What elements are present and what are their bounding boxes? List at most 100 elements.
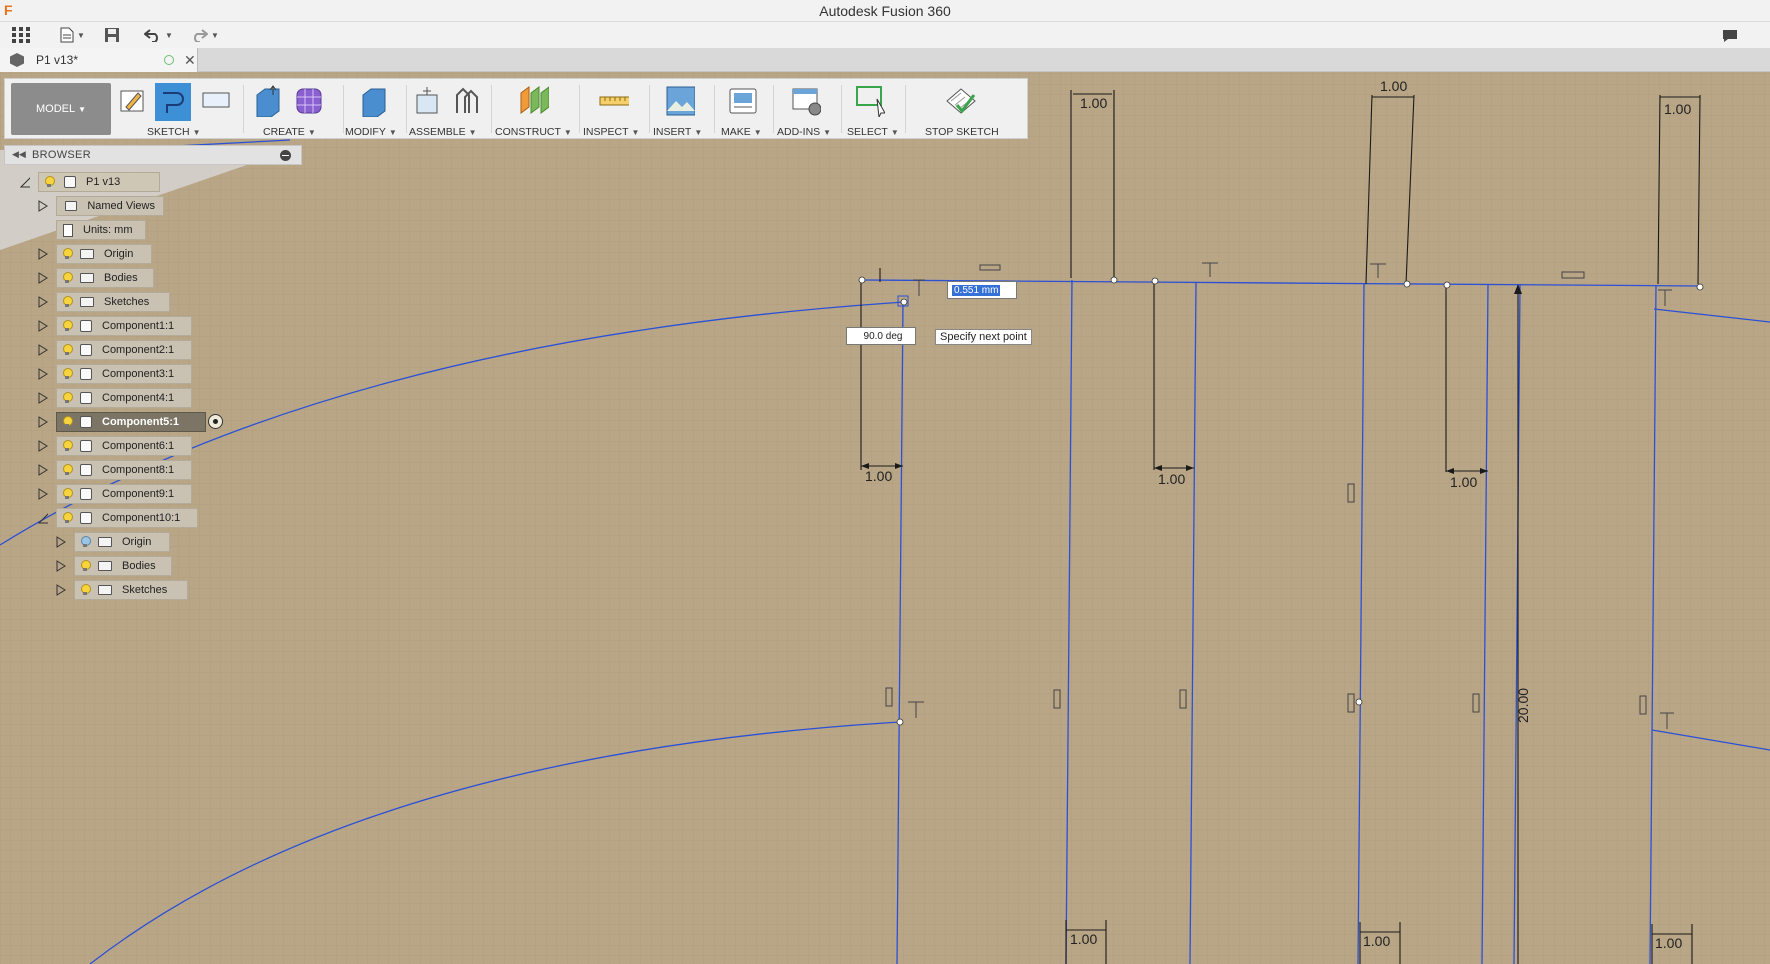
- dimension-label[interactable]: 1.00: [1070, 931, 1097, 947]
- make-menu-label[interactable]: MAKE ▼: [721, 126, 762, 138]
- expand-arrow-icon[interactable]: [38, 392, 48, 404]
- construct-menu-label[interactable]: CONSTRUCT ▼: [495, 126, 572, 138]
- create-menu-label[interactable]: CREATE ▼: [263, 126, 316, 138]
- browser-panel-header: ◀◀ BROWSER: [4, 145, 302, 165]
- dimension-label[interactable]: 1.00: [1380, 78, 1407, 94]
- stop-sketch-icon[interactable]: [943, 83, 979, 119]
- toolbar-separator: [649, 85, 650, 133]
- visibility-bulb-icon[interactable]: [62, 392, 73, 404]
- expand-arrow-icon[interactable]: [56, 584, 66, 596]
- select-menu-label[interactable]: SELECT ▼: [847, 126, 899, 138]
- app-grid-icon[interactable]: [12, 25, 30, 45]
- new-component-icon[interactable]: [413, 85, 443, 117]
- expanded-arrow-icon[interactable]: [20, 176, 30, 188]
- expand-arrow-icon[interactable]: [38, 272, 48, 284]
- folder-icon: [98, 585, 112, 595]
- visibility-bulb-icon[interactable]: [62, 416, 73, 428]
- stop-sketch-label[interactable]: STOP SKETCH: [925, 126, 999, 138]
- dimension-label[interactable]: 1.00: [1655, 935, 1682, 951]
- file-menu-button[interactable]: ▼: [60, 25, 85, 45]
- visibility-bulb-icon[interactable]: [62, 488, 73, 500]
- dimension-label[interactable]: 1.00: [1450, 474, 1477, 490]
- dimension-label[interactable]: 1.00: [1080, 95, 1107, 111]
- expand-arrow-icon[interactable]: [38, 296, 48, 308]
- visibility-bulb-icon[interactable]: [62, 440, 73, 452]
- visibility-bulb-icon[interactable]: [62, 344, 73, 356]
- visibility-bulb-icon[interactable]: [62, 248, 73, 260]
- visibility-bulb-icon[interactable]: [62, 464, 73, 476]
- visibility-bulb-icon[interactable]: [80, 536, 91, 548]
- dimension-label[interactable]: 1.00: [865, 468, 892, 484]
- extrude-icon[interactable]: [253, 85, 283, 117]
- addins-menu-label[interactable]: ADD-INS ▼: [777, 126, 831, 138]
- measure-icon[interactable]: [599, 89, 629, 121]
- stop-sketch-group: STOP SKETCH: [909, 81, 1021, 139]
- browser-title: BROWSER: [32, 149, 91, 161]
- dimension-label[interactable]: 1.00: [1363, 933, 1390, 949]
- offset-plane-icon[interactable]: [519, 85, 549, 117]
- expand-arrow-icon[interactable]: [38, 344, 48, 356]
- component-icon: [80, 368, 92, 380]
- sketch-menu-label[interactable]: SKETCH ▼: [147, 126, 201, 138]
- visibility-bulb-icon[interactable]: [62, 512, 73, 524]
- expand-arrow-icon[interactable]: [38, 416, 48, 428]
- expand-arrow-icon[interactable]: [38, 320, 48, 332]
- document-tab-label: P1 v13*: [36, 53, 79, 67]
- assemble-menu-label[interactable]: ASSEMBLE ▼: [409, 126, 477, 138]
- visibility-bulb-icon[interactable]: [44, 176, 55, 188]
- select-cursor-icon[interactable]: [855, 85, 885, 117]
- visibility-bulb-icon[interactable]: [62, 320, 73, 332]
- inspect-menu-label[interactable]: INSPECT ▼: [583, 126, 639, 138]
- insert-image-icon[interactable]: [665, 85, 695, 117]
- dimension-label[interactable]: 1.00: [1158, 471, 1185, 487]
- close-tab-icon[interactable]: ✕: [184, 52, 196, 69]
- form-icon[interactable]: [293, 85, 323, 117]
- redo-icon: [194, 29, 208, 42]
- component-icon: [80, 488, 92, 500]
- dimension-label-vertical[interactable]: 20.00: [1515, 688, 1531, 723]
- sketch-canvas[interactable]: 1.00 1.00 1.00 1.00 1.00 1.00 1.00 1.00 …: [0, 72, 1770, 964]
- expanded-arrow-icon[interactable]: [38, 512, 48, 524]
- visibility-bulb-icon[interactable]: [62, 272, 73, 284]
- prompt-tooltip: Specify next point: [935, 329, 1032, 345]
- scripts-addins-icon[interactable]: [791, 85, 821, 117]
- comments-icon[interactable]: [1722, 29, 1738, 43]
- undo-button[interactable]: ▼: [144, 25, 173, 45]
- document-tab[interactable]: P1 v13* ✕: [0, 48, 198, 72]
- folder-icon: [80, 297, 94, 307]
- create-sketch-icon[interactable]: [118, 85, 148, 117]
- angle-input[interactable]: 90.0 deg: [846, 327, 916, 345]
- folder-icon: [98, 537, 112, 547]
- expand-arrow-icon[interactable]: [38, 248, 48, 260]
- visibility-bulb-icon[interactable]: [62, 296, 73, 308]
- save-button[interactable]: [104, 25, 120, 45]
- activate-component-icon[interactable]: [208, 414, 223, 429]
- line-tool-icon[interactable]: [155, 83, 191, 121]
- joint-icon[interactable]: [451, 85, 481, 117]
- visibility-bulb-icon[interactable]: [80, 584, 91, 596]
- rectangle-tool-icon[interactable]: [201, 87, 231, 119]
- folder-icon: [98, 561, 112, 571]
- expand-arrow-icon[interactable]: [38, 200, 48, 212]
- workspace-switcher[interactable]: MODEL ▼: [11, 83, 111, 135]
- folder-icon: [80, 249, 94, 259]
- minimize-browser-icon[interactable]: [280, 150, 291, 161]
- expand-arrow-icon[interactable]: [38, 368, 48, 380]
- assemble-group: ASSEMBLE ▼: [409, 81, 485, 139]
- 3d-print-icon[interactable]: [727, 85, 757, 117]
- press-pull-icon[interactable]: [359, 85, 389, 117]
- modify-menu-label[interactable]: MODIFY ▼: [345, 126, 397, 138]
- redo-button[interactable]: ▼: [190, 25, 219, 45]
- dimension-label[interactable]: 1.00: [1664, 101, 1691, 117]
- collapse-browser-icon[interactable]: ◀◀: [12, 149, 26, 160]
- expand-arrow-icon[interactable]: [38, 440, 48, 452]
- expand-arrow-icon[interactable]: [56, 536, 66, 548]
- insert-menu-label[interactable]: INSERT ▼: [653, 126, 702, 138]
- make-group: MAKE ▼: [717, 81, 769, 139]
- visibility-bulb-icon[interactable]: [80, 560, 91, 572]
- expand-arrow-icon[interactable]: [38, 464, 48, 476]
- visibility-bulb-icon[interactable]: [62, 368, 73, 380]
- expand-arrow-icon[interactable]: [56, 560, 66, 572]
- length-input[interactable]: 0.551 mm: [947, 281, 1017, 299]
- expand-arrow-icon[interactable]: [38, 488, 48, 500]
